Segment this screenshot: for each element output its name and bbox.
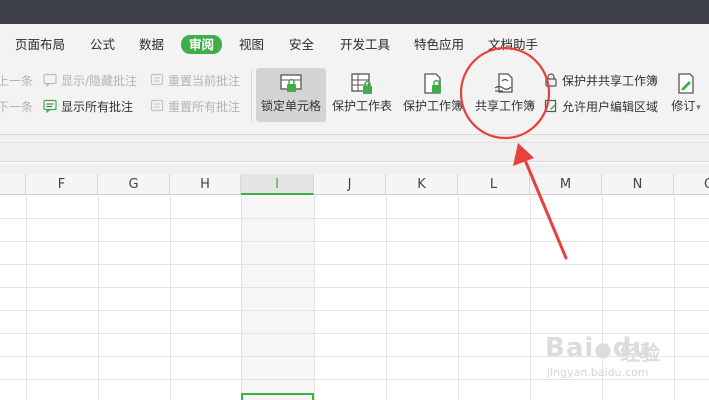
comment-icon [43,73,57,87]
show-comments-icon [43,99,57,113]
grid-vline [386,196,387,400]
lock-cells-label: 锁定单元格 [260,99,321,113]
protect-sheet-icon [351,73,372,94]
show-all-comments-label: 显示所有批注 [61,100,134,114]
tab-page-layout[interactable]: 页面布局 [15,36,65,54]
grid-hline [0,310,709,311]
protect-workbook-icon [424,73,441,94]
tab-developer-tools[interactable]: 开发工具 [340,36,390,54]
protect-and-share-label: 保护并共享工作簿 [562,74,659,88]
protect-workbook-button[interactable]: 保护工作簿 [400,68,466,122]
lock-cell-icon [280,74,302,92]
grid-hline [0,287,709,288]
track-changes-text: 修订 [671,99,696,113]
allow-edit-ranges-label: 允许用户编辑区域 [562,100,659,114]
protect-workbook-label: 保护工作簿 [402,99,463,113]
tab-data[interactable]: 数据 [139,36,164,54]
column-header-I[interactable]: I [241,174,314,195]
next-comment-button[interactable]: 下一条 [0,98,33,116]
column-header-G[interactable]: G [98,174,170,195]
grid-hline [0,356,709,357]
column-header-E[interactable] [0,174,26,195]
prev-comment-button[interactable]: 上一条 [0,72,33,90]
title-bar [0,0,709,24]
grid-hline [0,333,709,334]
ribbon-group-separator [251,70,252,122]
column-header-H[interactable]: H [170,174,241,195]
column-header-J[interactable]: J [314,174,386,195]
toggle-comment-label: 显示/隐藏批注 [61,74,138,88]
protect-and-share-button[interactable]: 保护并共享工作簿 [544,72,658,90]
show-all-comments-button[interactable]: 显示所有批注 [43,98,133,116]
grid-hline [0,218,709,219]
protect-sheet-label: 保护工作表 [331,99,392,113]
grid-hline [0,264,709,265]
track-changes-button[interactable]: 修订▾ [666,68,706,122]
tab-document-assistant[interactable]: 文档助手 [488,36,538,54]
toggle-comment-button[interactable]: 显示/隐藏批注 [43,72,137,90]
grid-vline [314,196,315,400]
share-workbook-button[interactable]: 共享工作簿 [471,68,539,122]
edit-range-icon [544,99,557,113]
spreadsheet-grid[interactable]: F G H I J K L M N O [0,163,709,400]
tab-review[interactable]: 审阅 [181,35,223,54]
tab-special-apps[interactable]: 特色应用 [414,36,464,54]
prev-comment-label: 上一条 [0,74,34,88]
reset-all-comments-button[interactable]: 重置所有批注 [150,98,240,116]
tab-security[interactable]: 安全 [289,36,314,54]
track-changes-icon [678,73,694,94]
column-header-O[interactable]: O [674,174,709,195]
protect-share-icon [545,73,557,87]
column-header-F[interactable]: F [26,174,98,195]
grid-vline [674,196,675,400]
formula-bar-divider [0,142,709,143]
grid-hline [0,241,709,242]
tab-view[interactable]: 视图 [239,36,264,54]
grid-vline [458,196,459,400]
tab-formulas[interactable]: 公式 [90,36,115,54]
reset-all-icon [150,99,164,112]
lock-cells-button[interactable]: 锁定单元格 [256,68,326,122]
reset-all-comments-label: 重置所有批注 [168,100,241,114]
grid-top-strip [0,163,709,174]
column-header-M[interactable]: M [530,174,602,195]
grid-hline [0,379,709,380]
next-comment-label: 下一条 [0,100,34,114]
track-changes-dropdown-arrow[interactable]: ▾ [696,103,701,113]
reset-current-comment-label: 重置当前批注 [168,74,241,88]
share-workbook-icon [494,73,513,93]
active-cell[interactable] [241,393,314,400]
track-changes-label: 修订▾ [666,98,706,116]
column-header-N[interactable]: N [602,174,674,195]
selected-column-highlight [241,196,314,400]
column-header-K[interactable]: K [386,174,458,195]
grid-vline [98,196,99,400]
formula-bar[interactable] [0,135,709,162]
grid-vline [26,196,27,400]
grid-vline [170,196,171,400]
reset-comment-icon [150,73,164,86]
allow-edit-ranges-button[interactable]: 允许用户编辑区域 [544,98,658,116]
protect-sheet-button[interactable]: 保护工作表 [329,68,395,122]
grid-vline [530,196,531,400]
reset-current-comment-button[interactable]: 重置当前批注 [150,72,240,90]
ribbon-tab-bar: 页面布局 公式 数据 审阅 视图 安全 开发工具 特色应用 文档助手 [0,24,709,62]
share-workbook-label: 共享工作簿 [474,99,535,113]
grid-vline [602,196,603,400]
column-header-L[interactable]: L [458,174,530,195]
grid-vline [241,196,242,400]
